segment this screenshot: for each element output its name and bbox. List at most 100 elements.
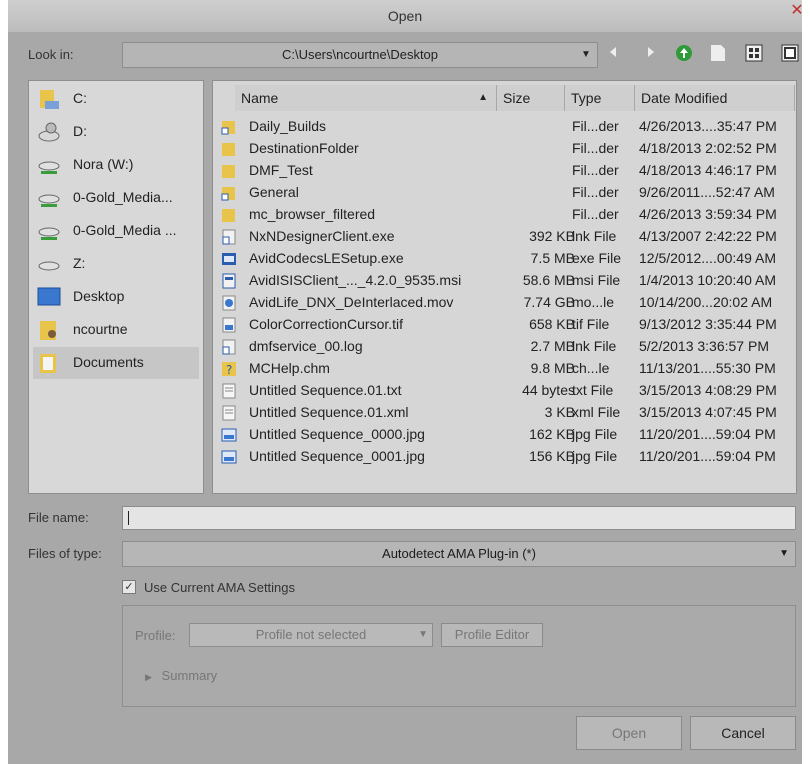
file-row[interactable]: mc_browser_filtered Fil...der 4/26/2013 …: [215, 204, 793, 226]
file-row[interactable]: Daily_Builds Fil...der 4/26/2013....35:4…: [215, 116, 793, 138]
place-item-documents[interactable]: Documents: [33, 347, 199, 379]
file-name: DMF_Test: [249, 162, 313, 178]
chevron-down-icon[interactable]: ▼: [418, 624, 428, 646]
look-in-label: Look in:: [28, 47, 74, 62]
file-row[interactable]: Untitled Sequence_0001.jpg 156 KB jpg Fi…: [215, 446, 793, 468]
file-name: Untitled Sequence.01.xml: [249, 404, 409, 420]
open-button[interactable]: Open: [576, 716, 682, 750]
file-row[interactable]: NxNDesignerClient.exe 392 KB lnk File 4/…: [215, 226, 793, 248]
file-name: dmfservice_00.log: [249, 338, 363, 354]
profile-value: Profile not selected: [255, 627, 367, 642]
file-date: 11/20/201....59:04 PM: [639, 448, 776, 464]
place-item-c[interactable]: C:: [33, 83, 199, 115]
file-name: MCHelp.chm: [249, 360, 330, 376]
files-of-type-value: Autodetect AMA Plug-in (*): [382, 546, 536, 561]
file-type: lnk File: [572, 338, 617, 354]
file-row[interactable]: Untitled Sequence.01.xml 3 KB xml File 3…: [215, 402, 793, 424]
file-name: Daily_Builds: [249, 118, 327, 134]
file-row[interactable]: Untitled Sequence_0000.jpg 162 KB jpg Fi…: [215, 424, 793, 446]
column-header-type[interactable]: Type: [565, 85, 635, 111]
files-of-type-label: Files of type:: [28, 546, 102, 561]
drive-c-icon: [40, 90, 59, 109]
file-type: jpg File: [572, 448, 618, 464]
place-item-gold-media-2[interactable]: 0-Gold_Media ...: [33, 215, 199, 247]
file-size: 44 bytes: [522, 382, 575, 398]
file-row[interactable]: DestinationFolder Fil...der 4/18/2013 2:…: [215, 138, 793, 160]
file-name: DestinationFolder: [249, 140, 359, 156]
file-row[interactable]: ColorCorrectionCursor.tif 658 KB tif Fil…: [215, 314, 793, 336]
place-item-nora[interactable]: Nora (W:): [33, 149, 199, 181]
window-edge: [802, 0, 810, 764]
file-row[interactable]: AvidLife_DNX_DeInterlaced.mov 7.74 GB mo…: [215, 292, 793, 314]
file-row[interactable]: DMF_Test Fil...der 4/18/2013 4:46:17 PM: [215, 160, 793, 182]
profile-editor-button[interactable]: Profile Editor: [441, 623, 543, 647]
chevron-down-icon[interactable]: ▼: [779, 542, 789, 566]
file-size: 162 KB: [529, 426, 575, 442]
image-file-icon: [222, 317, 236, 333]
new-folder-icon[interactable]: [708, 44, 728, 64]
arrow-left-icon[interactable]: [604, 44, 624, 64]
file-row[interactable]: General Fil...der 9/26/2011....52:47 AM: [215, 182, 793, 204]
place-item-ncourtne[interactable]: ncourtne: [33, 314, 199, 346]
summary-toggle[interactable]: ▶ Summary: [145, 668, 217, 683]
window-edge: [0, 0, 8, 764]
place-label: Desktop: [73, 288, 125, 304]
chevron-down-icon[interactable]: ▼: [579, 43, 593, 67]
column-type-label: Type: [571, 90, 602, 106]
file-name: Untitled Sequence_0000.jpg: [249, 426, 425, 442]
file-list: Name ▲ Size Type Date Modified Daily_Bui…: [212, 80, 797, 494]
column-header-name[interactable]: Name ▲: [235, 85, 497, 111]
network-drive-icon: [38, 194, 60, 207]
file-row[interactable]: ? MCHelp.chm 9.8 MB ch...le 11/13/201...…: [215, 358, 793, 380]
place-label: ncourtne: [73, 321, 128, 337]
file-type: ch...le: [572, 360, 610, 376]
file-date: 4/18/2013 2:02:52 PM: [639, 140, 777, 156]
use-current-ama-checkbox[interactable]: ✓: [122, 580, 136, 594]
file-type: exe File: [572, 250, 622, 266]
file-row[interactable]: dmfservice_00.log 2.7 MB lnk File 5/2/20…: [215, 336, 793, 358]
file-type: msi File: [572, 272, 621, 288]
close-icon[interactable]: ✕: [788, 2, 806, 20]
place-item-d[interactable]: D:: [33, 116, 199, 148]
place-item-z[interactable]: Z:: [33, 248, 199, 280]
files-of-type-combo[interactable]: Autodetect AMA Plug-in (*) ▼: [122, 541, 796, 567]
file-date: 5/2/2013 3:36:57 PM: [639, 338, 769, 354]
arrow-right-icon[interactable]: [640, 44, 660, 64]
ama-settings-panel: Profile: Profile not selected ▼ Profile …: [122, 605, 796, 707]
details-view-icon[interactable]: [780, 44, 800, 64]
column-header-date[interactable]: Date Modified: [635, 85, 795, 111]
column-header-size[interactable]: Size: [497, 85, 565, 111]
network-drive-icon: [38, 227, 60, 240]
file-date: 11/13/201....55:30 PM: [639, 360, 776, 376]
file-row[interactable]: AvidISISClient_..._4.2.0_9535.msi 58.6 M…: [215, 270, 793, 292]
profile-combo[interactable]: Profile not selected ▼: [189, 623, 433, 647]
place-item-desktop[interactable]: Desktop: [33, 281, 199, 313]
list-view-icon[interactable]: [744, 44, 764, 64]
file-row[interactable]: AvidCodecsLESetup.exe 7.5 MB exe File 12…: [215, 248, 793, 270]
place-label: D:: [73, 123, 87, 139]
up-folder-icon[interactable]: [674, 44, 694, 64]
file-type: Fil...der: [572, 118, 619, 134]
file-type: tif File: [572, 316, 610, 332]
dialog-title: Open: [387, 8, 423, 24]
file-name: NxNDesignerClient.exe: [249, 228, 395, 244]
svg-text:?: ?: [226, 363, 232, 377]
summary-label: Summary: [161, 668, 218, 683]
place-item-gold-media-1[interactable]: 0-Gold_Media...: [33, 182, 199, 214]
file-row[interactable]: Untitled Sequence.01.txt 44 bytes txt Fi…: [215, 380, 793, 402]
title-bar: Open ✕: [8, 0, 804, 32]
installer-icon: [222, 253, 236, 265]
file-name: AvidLife_DNX_DeInterlaced.mov: [249, 294, 454, 310]
file-name: ColorCorrectionCursor.tif: [249, 316, 404, 332]
profile-label: Profile:: [135, 628, 176, 643]
file-name: Untitled Sequence_0001.jpg: [249, 448, 425, 464]
file-date: 1/4/2013 10:20:40 AM: [639, 272, 776, 288]
column-size-label: Size: [503, 90, 531, 106]
file-date: 4/26/2013 3:59:34 PM: [639, 206, 777, 222]
file-name-input[interactable]: [122, 506, 796, 530]
desktop-icon: [37, 287, 61, 306]
file-name: Untitled Sequence.01.txt: [249, 382, 402, 398]
cancel-button[interactable]: Cancel: [690, 716, 796, 750]
image-file-icon: [221, 428, 237, 442]
look-in-combo[interactable]: C:\Users\ncourtne\Desktop ▼: [122, 42, 598, 68]
